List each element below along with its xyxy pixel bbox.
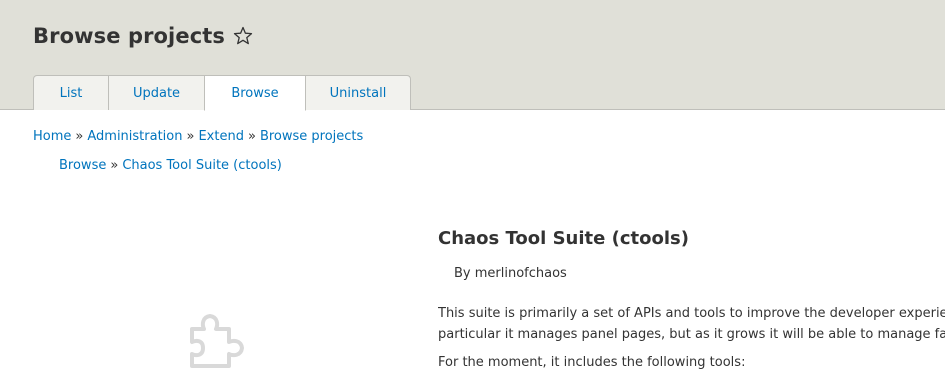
project-breadcrumb: Browse » Chaos Tool Suite (ctools) — [59, 158, 282, 173]
breadcrumb-separator: » — [186, 129, 195, 144]
project-breadcrumb-separator: » — [110, 158, 119, 173]
tab-list[interactable]: List — [33, 75, 109, 110]
breadcrumb-browse-projects[interactable]: Browse projects — [260, 129, 363, 144]
star-outline-icon[interactable] — [233, 26, 253, 46]
breadcrumb-extend[interactable]: Extend — [198, 129, 244, 144]
project-author: By merlinofchaos — [454, 266, 567, 281]
project-breadcrumb-browse[interactable]: Browse — [59, 158, 106, 173]
page-title-row: Browse projects — [33, 24, 253, 48]
breadcrumb-separator: » — [247, 129, 256, 144]
project-description-line: This suite is primarily a set of APIs an… — [438, 306, 945, 321]
project-description: This suite is primarily a set of APIs an… — [438, 303, 945, 345]
primary-tabs: List Update Browse Uninstall — [33, 75, 411, 111]
breadcrumb: Home» Administration» Extend» Browse projec… — [33, 129, 363, 144]
project-title: Chaos Tool Suite (ctools) — [438, 228, 689, 249]
breadcrumb-home[interactable]: Home — [33, 129, 71, 144]
tab-browse[interactable]: Browse — [204, 75, 306, 111]
puzzle-piece-icon — [190, 314, 244, 368]
tab-update[interactable]: Update — [108, 75, 205, 110]
page-header: Browse projects List Update Browse Unins… — [0, 0, 945, 111]
breadcrumb-separator: » — [75, 129, 84, 144]
project-breadcrumb-ctools[interactable]: Chaos Tool Suite (ctools) — [122, 158, 282, 173]
project-tools-intro: For the moment, it includes the followin… — [438, 355, 746, 370]
project-details: Chaos Tool Suite (ctools) By merlinofcha… — [438, 228, 945, 370]
breadcrumb-administration[interactable]: Administration — [87, 129, 182, 144]
project-description-line: particular it manages panel pages, but a… — [438, 327, 945, 342]
tab-uninstall[interactable]: Uninstall — [305, 75, 411, 110]
page-title: Browse projects — [33, 24, 225, 48]
